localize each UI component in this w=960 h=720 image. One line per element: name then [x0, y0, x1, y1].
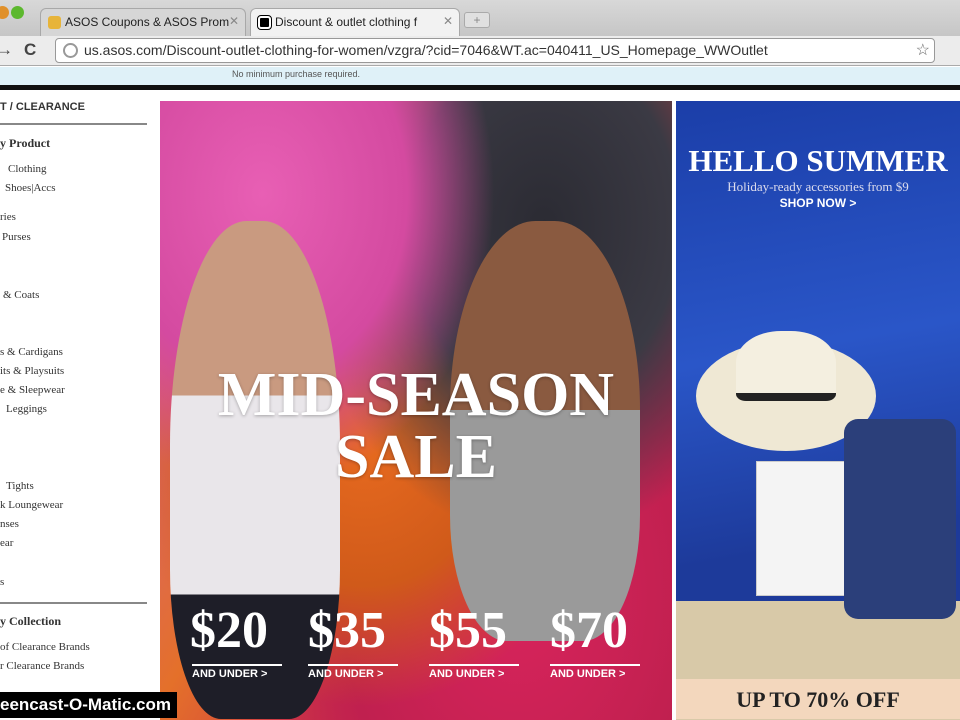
forward-arrow-icon[interactable]: → — [0, 40, 13, 60]
screencast-watermark: eencast-O-Matic.com — [0, 692, 177, 718]
sidebar: T / CLEARANCE y Product Clothing Shoes|A… — [0, 90, 160, 720]
hat-crown — [736, 331, 836, 401]
and-under-link[interactable]: AND UNDER > — [550, 664, 640, 680]
tab-label: Discount & outlet clothing f — [275, 15, 418, 29]
asos-favicon-icon — [257, 15, 272, 30]
price-20[interactable]: $20 — [190, 601, 268, 661]
reload-icon[interactable]: C — [24, 40, 36, 60]
address-bar[interactable]: us.asos.com/Discount-outlet-clothing-for… — [55, 38, 935, 63]
sidebar-link[interactable]: & Coats — [3, 289, 39, 301]
sidebar-link[interactable]: ear — [0, 537, 13, 549]
promo-title: HELLO SUMMER — [688, 143, 948, 178]
and-under-link[interactable]: AND UNDER > — [192, 664, 282, 680]
hello-summer-banner[interactable]: HELLO SUMMER Holiday-ready accessories f… — [676, 101, 960, 720]
sidebar-link[interactable]: k Loungewear — [0, 499, 63, 511]
sidebar-link[interactable]: of Clearance Brands — [0, 641, 90, 653]
promo-notice: No minimum purchase required. — [0, 67, 960, 85]
sidebar-link[interactable]: nses — [0, 518, 19, 530]
price-35[interactable]: $35 — [308, 601, 386, 661]
sidebar-link[interactable]: ries — [0, 211, 16, 223]
bookmark-star-icon[interactable]: ☆ — [916, 40, 930, 60]
sidebar-link[interactable]: Shoes|Accs — [5, 182, 55, 194]
sidebar-title: T / CLEARANCE — [0, 101, 85, 113]
browser-toolbar: → C us.asos.com/Discount-outlet-clothing… — [0, 36, 960, 66]
section-heading-collection: y Collection — [0, 614, 61, 628]
sale-title: MID-SEASON — [217, 361, 615, 429]
and-under-link[interactable]: AND UNDER > — [308, 664, 398, 680]
sidebar-link[interactable]: s & Cardigans — [0, 346, 63, 358]
sidebar-link[interactable]: s — [0, 576, 4, 588]
tab-asos-coupons[interactable]: ASOS Coupons & ASOS Prom ✕ — [40, 8, 246, 36]
price-70[interactable]: $70 — [550, 601, 628, 661]
gift-boxes-image — [756, 461, 846, 596]
url-text: us.asos.com/Discount-outlet-clothing-for… — [84, 42, 768, 58]
sidebar-link[interactable]: r Clearance Brands — [0, 660, 84, 672]
sale-title: SALE — [335, 423, 497, 491]
close-tab-icon[interactable]: ✕ — [443, 14, 453, 28]
favicon-icon — [48, 16, 61, 29]
up-to-70-off: UP TO 70% OFF — [676, 679, 960, 719]
promo-subtitle: Holiday-ready accessories from $9 — [727, 179, 909, 194]
mid-season-sale-banner[interactable]: MID-SEASON SALE $20 $35 $55 $70 AND UNDE… — [160, 101, 672, 720]
tab-discount-outlet[interactable]: Discount & outlet clothing f ✕ — [250, 8, 460, 36]
close-tab-icon[interactable]: ✕ — [229, 14, 239, 28]
sidebar-divider — [0, 602, 147, 604]
sidebar-link[interactable]: Tights — [6, 480, 34, 492]
sidebar-link[interactable]: its & Playsuits — [0, 365, 64, 377]
new-tab-button[interactable]: + — [464, 12, 490, 28]
sidebar-link[interactable]: Purses — [2, 231, 31, 243]
shop-now-link[interactable]: SHOP NOW > — [676, 196, 960, 210]
clutch-bag-image — [844, 419, 956, 619]
price-55[interactable]: $55 — [429, 601, 507, 661]
window-minimize-button[interactable] — [0, 6, 9, 19]
globe-icon — [63, 43, 78, 58]
window-zoom-button[interactable] — [11, 6, 24, 19]
sidebar-divider — [0, 123, 147, 125]
sidebar-link[interactable]: Leggings — [6, 403, 47, 415]
and-under-link[interactable]: AND UNDER > — [429, 664, 519, 680]
section-heading-product: y Product — [0, 136, 51, 150]
tab-label: ASOS Coupons & ASOS Prom — [65, 15, 230, 29]
sidebar-link[interactable]: e & Sleepwear — [0, 384, 65, 396]
sidebar-link[interactable]: Clothing — [8, 163, 47, 175]
browser-tab-bar: ASOS Coupons & ASOS Prom ✕ Discount & ou… — [0, 0, 960, 36]
